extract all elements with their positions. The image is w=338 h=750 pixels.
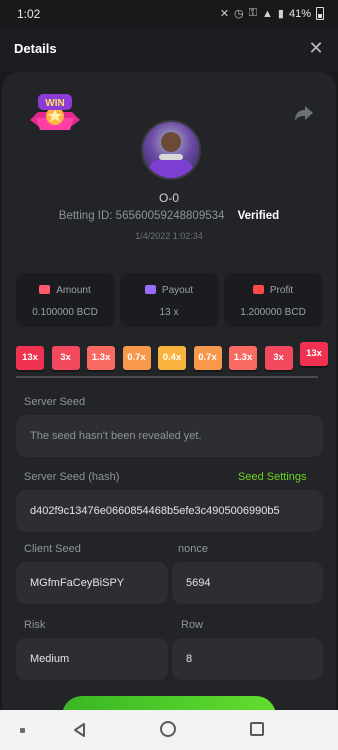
system-nav-bar xyxy=(0,710,338,750)
profit-label-row: Profit xyxy=(224,285,322,296)
multiplier-pill: 0.4x xyxy=(158,346,186,370)
multiplier-pill: 1.3x xyxy=(87,346,115,370)
amount-label-row: Amount xyxy=(16,285,114,296)
status-icons: ✕ ◷ ⚿ ▲ ▮ 41% xyxy=(220,7,324,20)
coins-icon xyxy=(39,285,51,294)
key-icon: ⚿ xyxy=(248,7,258,19)
details-header: Details ✕ xyxy=(0,28,338,72)
profit-stat: Profit 1.200000 BCD xyxy=(224,273,322,327)
client-seed-label: Client Seed xyxy=(24,543,81,555)
avatar-face xyxy=(161,132,181,152)
win-badge-text: WIN xyxy=(45,98,64,109)
client-seed-field[interactable]: MGfmFaCeyBiSPY xyxy=(16,562,168,604)
multiplier-pill: 3x xyxy=(264,346,293,370)
server-seed-label: Server Seed xyxy=(24,396,86,408)
multiplier-pill: 0.7x xyxy=(122,346,151,370)
battery-icon xyxy=(316,7,324,20)
server-hash-field[interactable]: d402f9c13476e0660854468b5efe3c4905006990… xyxy=(16,490,323,532)
payout-label-row: Payout xyxy=(120,285,218,296)
wifi-icon: ▲ xyxy=(262,7,273,20)
multiplier-pill: 1.3x xyxy=(229,346,257,370)
nav-dot-icon xyxy=(20,728,25,733)
payout-stat: Payout 13 x xyxy=(120,273,218,327)
back-icon[interactable] xyxy=(72,722,88,738)
multiplier-pill: 3x xyxy=(51,346,80,370)
nonce-field[interactable]: 5694 xyxy=(172,562,323,604)
avatar-shirt xyxy=(149,160,193,178)
verified-link[interactable]: Verified xyxy=(238,210,280,222)
close-button[interactable]: ✕ xyxy=(306,38,326,58)
signal-icon: ▮ xyxy=(277,8,284,20)
amount-stat: Amount 0.100000 BCD xyxy=(16,273,114,327)
row-label: Row xyxy=(181,619,204,631)
multiplier-row: 13x 3x 1.3x 0.7x 0.4x 0.7x 1.3x 3x 13x xyxy=(16,342,336,372)
win-badge-icon: WIN xyxy=(30,94,80,130)
multiplier-pill: 13x xyxy=(300,342,328,366)
battery-percent: 41% xyxy=(288,7,311,20)
amount-value: 0.100000 BCD xyxy=(32,307,98,318)
page-title: Details xyxy=(14,41,57,56)
bet-date: 1/4/2022 1:02:34 xyxy=(135,231,203,241)
amount-label: Amount xyxy=(56,285,91,296)
multiplier-pill: 0.7x xyxy=(193,346,222,370)
row-field[interactable]: 8 xyxy=(172,638,323,680)
alarm-icon: ◷ xyxy=(234,8,244,20)
profit-label: Profit xyxy=(269,285,294,296)
recent-apps-icon[interactable] xyxy=(250,722,264,736)
profit-value: 1.200000 BCD xyxy=(240,307,306,318)
nonce-label: nonce xyxy=(178,543,208,555)
betting-id: Betting ID: 56560059248809534 xyxy=(58,210,225,222)
payout-label: Payout xyxy=(161,285,194,296)
multiplier-divider xyxy=(16,376,318,378)
money-hand-icon xyxy=(252,285,264,294)
share-icon[interactable] xyxy=(294,104,314,122)
multiplier-pill: 13x xyxy=(16,346,44,370)
home-icon[interactable] xyxy=(160,721,176,737)
username: O-0 xyxy=(158,191,179,205)
card-icon xyxy=(144,285,156,294)
risk-field[interactable]: Medium xyxy=(16,638,168,680)
mute-icon: ✕ xyxy=(219,8,230,20)
avatar-chain xyxy=(159,154,183,160)
bet-details-card: WIN O-0 Betting ID: 56560059248809534 Ve… xyxy=(2,72,336,732)
avatar xyxy=(141,120,201,180)
seed-settings-link[interactable]: Seed Settings xyxy=(238,471,307,483)
risk-label: Risk xyxy=(24,619,46,631)
server-seed-field: The seed hasn't been revealed yet. xyxy=(16,415,323,457)
payout-value: 13 x xyxy=(159,307,179,318)
server-hash-label: Server Seed (hash) xyxy=(24,471,120,483)
status-bar: 1:02 ✕ ◷ ⚿ ▲ ▮ 41% xyxy=(0,0,338,28)
status-time: 1:02 xyxy=(17,7,41,21)
betting-id-row: Betting ID: 56560059248809534 Verified xyxy=(2,210,336,222)
